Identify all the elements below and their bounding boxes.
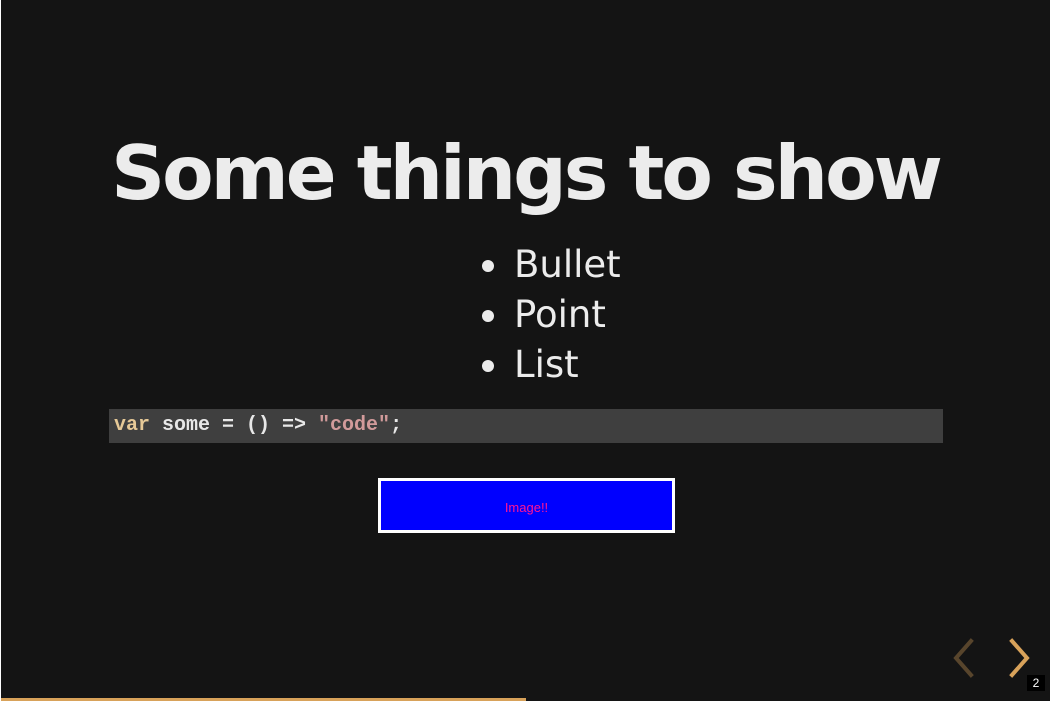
slide-viewport: Some things to show Bullet Point List va… xyxy=(1,0,1050,701)
bullet-item: Bullet xyxy=(478,240,621,290)
prev-slide-button[interactable] xyxy=(947,638,981,678)
chevron-left-icon xyxy=(953,638,974,678)
bullet-item: Point xyxy=(478,290,621,340)
bullet-text: Point xyxy=(514,293,606,336)
next-slide-button[interactable] xyxy=(1003,638,1037,678)
bullet-item: List xyxy=(478,340,621,390)
code-block: var some = () => "code"; xyxy=(109,409,943,443)
chevron-right-icon xyxy=(1009,638,1030,678)
bullet-text: Bullet xyxy=(514,243,621,286)
image-placeholder: Image!! xyxy=(378,478,675,533)
image-alt-text: Image!! xyxy=(504,500,549,515)
bullet-dot-icon xyxy=(482,360,494,372)
code-string: "code" xyxy=(318,414,391,437)
slide-title: Some things to show xyxy=(111,129,943,217)
code-terminator: ; xyxy=(390,414,403,437)
code-plain: some = () => xyxy=(150,414,319,437)
bullet-dot-icon xyxy=(482,260,494,272)
bullet-dot-icon xyxy=(482,310,494,322)
slide-number: 2 xyxy=(1027,675,1045,691)
bullet-text: List xyxy=(514,343,579,386)
bullet-list: Bullet Point List xyxy=(478,240,621,390)
code-keyword: var xyxy=(114,414,151,437)
